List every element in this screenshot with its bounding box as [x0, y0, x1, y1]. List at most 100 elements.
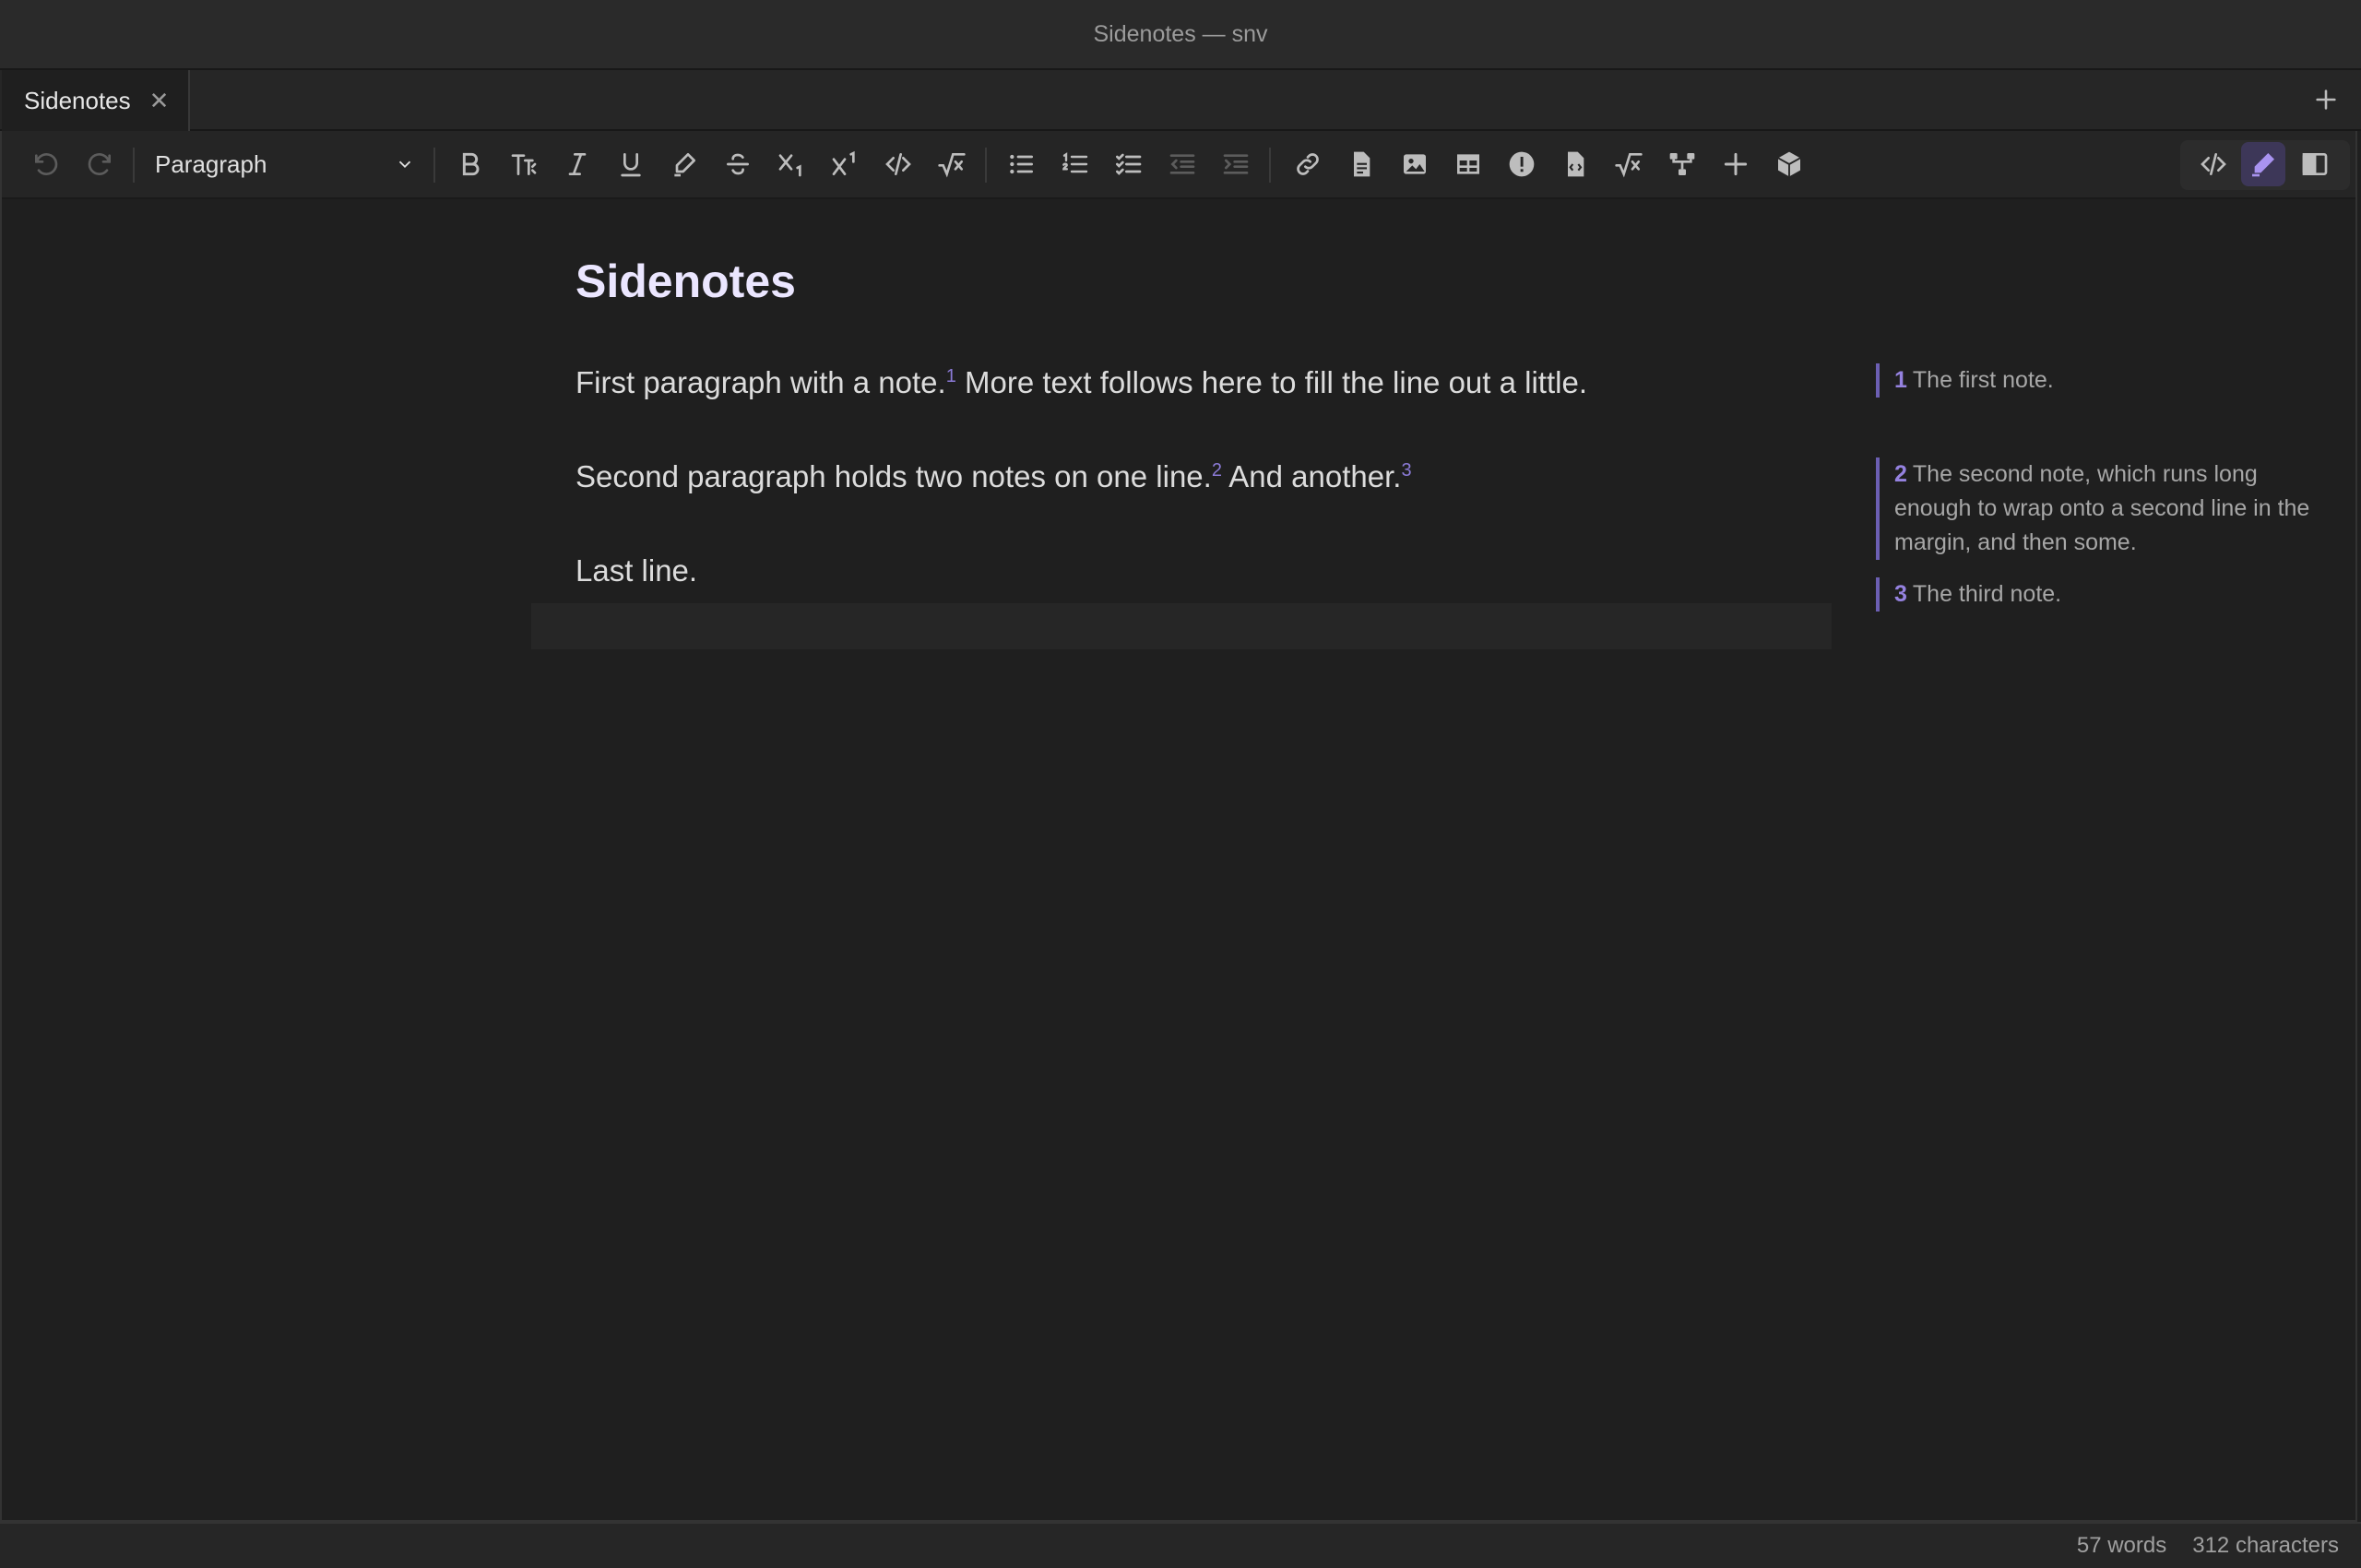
superscript-icon	[832, 150, 855, 175]
inline-code-icon	[885, 153, 911, 175]
redo-button[interactable]	[77, 142, 122, 186]
toolbar-divider	[985, 148, 987, 183]
sidenote-text: The third note.	[1912, 581, 2062, 607]
formatting-toolbar: Paragraph	[2, 131, 2355, 199]
undo-button[interactable]	[24, 142, 68, 186]
diagram-icon	[1669, 153, 1695, 175]
undo-icon	[35, 153, 58, 175]
toolbar-divider	[1269, 148, 1271, 183]
italic-button[interactable]	[555, 142, 599, 186]
inline-code-button[interactable]	[876, 142, 920, 186]
heading-size-button[interactable]	[502, 142, 546, 186]
callout-button[interactable]	[1500, 142, 1544, 186]
diagram-button[interactable]	[1660, 142, 1704, 186]
paragraph-text: Last line.	[575, 553, 698, 588]
sidenote-number: 2	[1894, 461, 1907, 487]
sidenote-2: 2 The second note, which runs long enough…	[1876, 457, 2319, 560]
underline-icon	[621, 153, 641, 177]
ordered-list-icon	[1062, 152, 1088, 173]
insert-button[interactable]	[1714, 142, 1758, 186]
editor-pane[interactable]: Sidenotes First paragraph with a note.1 …	[2, 199, 2355, 1522]
underline-button[interactable]	[609, 142, 653, 186]
paragraph-2[interactable]: Second paragraph holds two notes on one …	[575, 459, 1412, 494]
chevron-down-icon	[398, 160, 411, 169]
new-tab-button[interactable]	[2304, 77, 2348, 122]
subscript-button[interactable]	[769, 142, 813, 186]
table-button[interactable]	[1446, 142, 1490, 186]
block-type-select[interactable]: Paragraph	[144, 142, 421, 186]
source-mode-icon	[2201, 153, 2226, 175]
outdent-button[interactable]	[1160, 142, 1204, 186]
word-count: 57 words	[2076, 1533, 2167, 1558]
plus-icon	[2316, 89, 2336, 110]
package-button[interactable]	[1767, 142, 1811, 186]
link-button[interactable]	[1286, 142, 1330, 186]
footnote-ref-3[interactable]: 3	[1401, 460, 1411, 481]
code-file-icon	[1568, 151, 1584, 177]
table-icon	[1457, 154, 1479, 174]
bullet-list-icon	[1010, 154, 1033, 174]
bullet-list-button[interactable]	[1000, 142, 1044, 186]
toolbar-divider	[433, 148, 435, 183]
document-icon	[1354, 151, 1370, 177]
paragraph-text: And another.	[1221, 459, 1402, 493]
package-icon	[1777, 151, 1801, 177]
italic-icon	[568, 153, 587, 175]
highlight-icon	[674, 153, 695, 177]
footnote-ref-1[interactable]: 1	[946, 366, 956, 386]
sidenote-number: 1	[1894, 367, 1907, 393]
ordered-list-button[interactable]	[1053, 142, 1097, 186]
task-list-icon	[1116, 153, 1142, 175]
tab-sidenotes[interactable]: Sidenotes ✕	[2, 70, 190, 131]
indent-button[interactable]	[1214, 142, 1258, 186]
highlight-button[interactable]	[662, 142, 706, 186]
window-title: Sidenotes — snv	[1093, 20, 1268, 47]
reader-mode-button[interactable]	[2293, 142, 2337, 186]
subscript-icon	[778, 154, 801, 177]
reader-mode-icon	[2302, 153, 2328, 175]
paragraph-text: Second paragraph holds two notes on one …	[575, 459, 1212, 493]
heading-size-icon	[511, 154, 537, 175]
bold-button[interactable]	[448, 142, 492, 186]
math-block-icon	[1615, 153, 1643, 178]
link-icon	[1297, 153, 1319, 175]
sidenote-3: 3 The third note.	[1876, 577, 2319, 612]
document-button[interactable]	[1339, 142, 1383, 186]
document-title: Sidenotes	[575, 255, 796, 307]
source-mode-button[interactable]	[2191, 142, 2236, 186]
block-type-value: Paragraph	[155, 149, 267, 178]
tab-close-icon[interactable]: ✕	[149, 87, 170, 115]
callout-icon	[1509, 151, 1535, 177]
math-block-button[interactable]	[1607, 142, 1651, 186]
strikethrough-button[interactable]	[716, 142, 760, 186]
sidenote-1: 1 The first note.	[1876, 363, 2319, 398]
tab-label: Sidenotes	[24, 86, 131, 114]
footnote-ref-2[interactable]: 2	[1212, 460, 1222, 481]
edit-mode-icon	[2252, 153, 2274, 177]
superscript-button[interactable]	[823, 142, 867, 186]
sidenote-text: The second note, which runs long enough …	[1894, 461, 2310, 555]
outdent-icon	[1169, 154, 1195, 174]
paragraph-text: First paragraph with a note.	[575, 365, 946, 399]
inline-math-icon	[938, 153, 966, 178]
paragraph-1[interactable]: First paragraph with a note.1 More text …	[575, 365, 1587, 400]
sidenote-text: The first note.	[1912, 367, 2054, 393]
character-count: 312 characters	[2192, 1533, 2339, 1558]
active-line-highlight[interactable]	[531, 603, 1832, 649]
indent-icon	[1223, 154, 1249, 174]
window-titlebar: Sidenotes — snv	[0, 0, 2361, 70]
image-button[interactable]	[1393, 142, 1437, 186]
paragraph-3[interactable]: Last line.	[575, 553, 697, 588]
redo-icon	[88, 153, 111, 175]
sidenote-number: 3	[1894, 581, 1907, 607]
toolbar-divider	[133, 148, 135, 183]
inline-math-button[interactable]	[930, 142, 974, 186]
image-icon	[1404, 154, 1426, 174]
strikethrough-icon	[727, 153, 749, 175]
edit-mode-button[interactable]	[2241, 142, 2285, 186]
add-icon	[1724, 152, 1748, 176]
paragraph-text: More text follows here to fill the line …	[955, 365, 1587, 399]
bold-icon	[462, 152, 480, 176]
code-file-button[interactable]	[1553, 142, 1597, 186]
task-list-button[interactable]	[1107, 142, 1151, 186]
